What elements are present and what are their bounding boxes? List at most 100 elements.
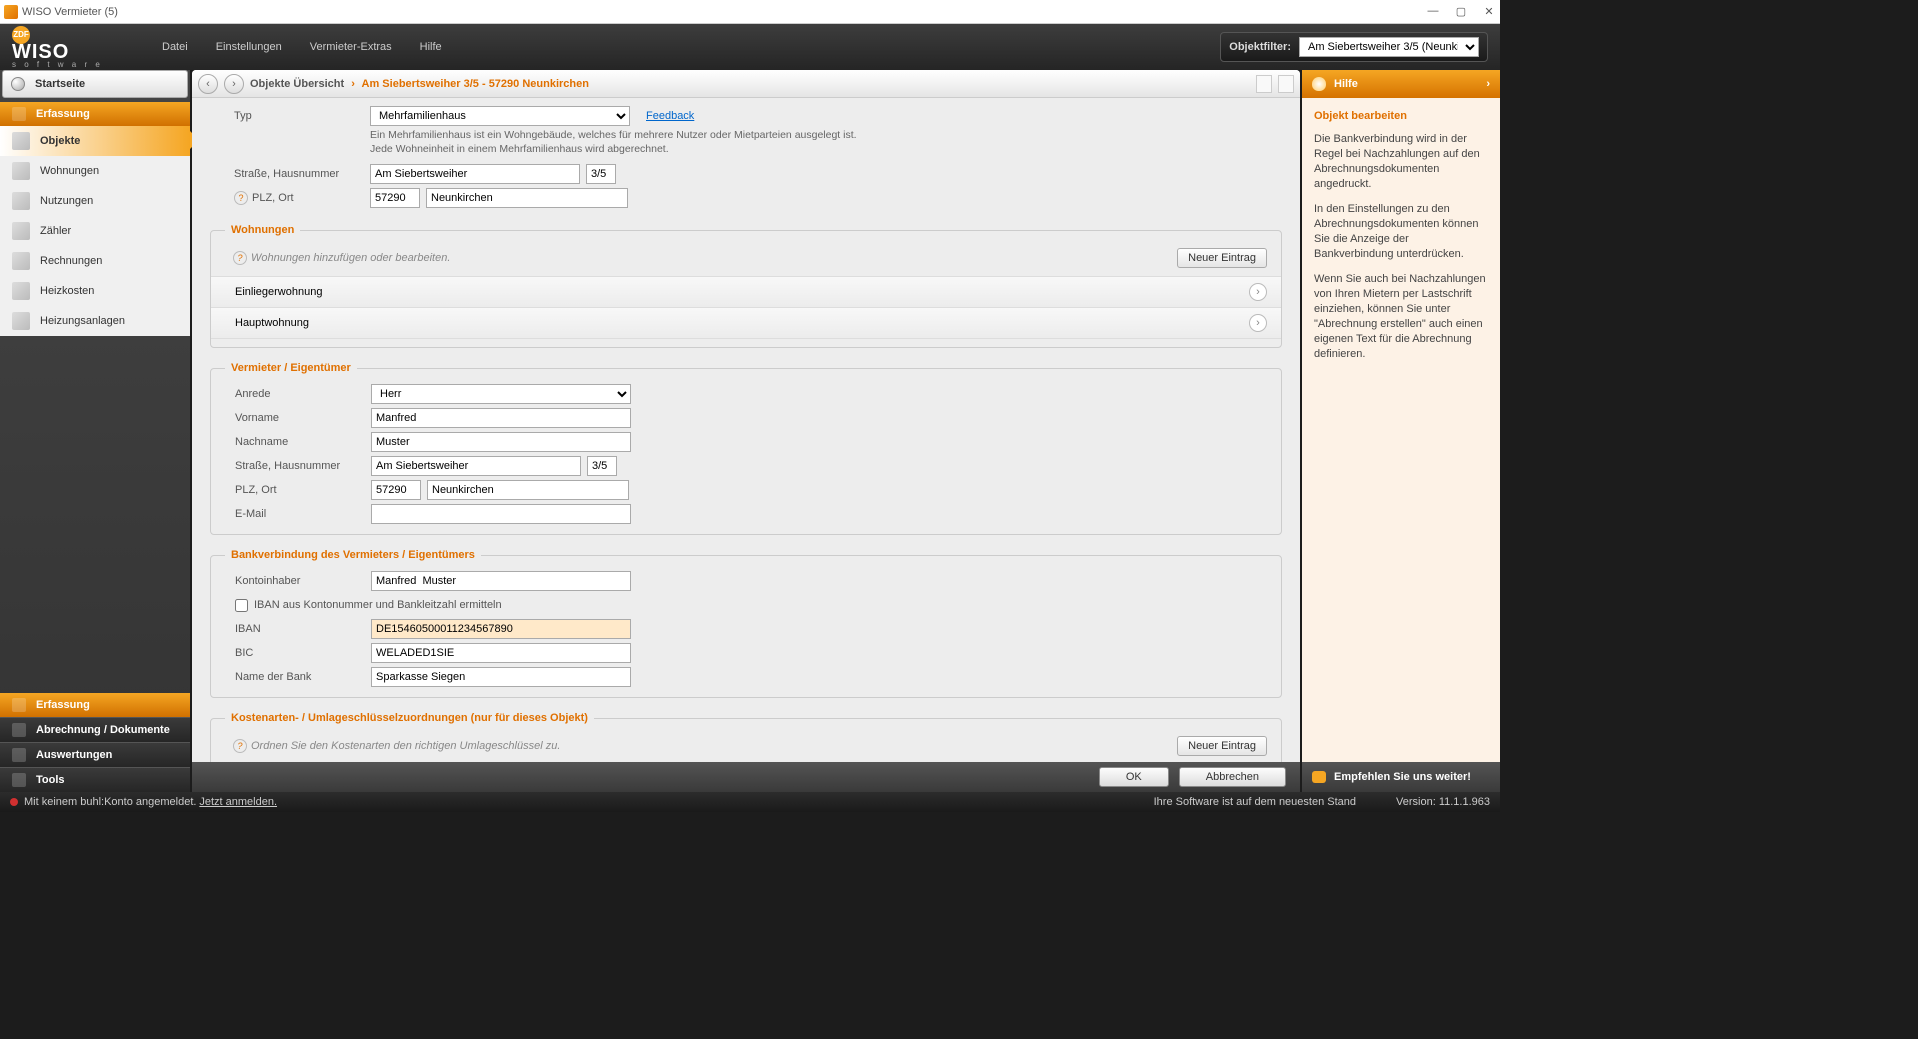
minimize-button[interactable]: — xyxy=(1426,5,1440,18)
delete-icon[interactable] xyxy=(1256,75,1272,93)
help-icon[interactable]: ? xyxy=(234,191,248,205)
form-area[interactable]: Typ Mehrfamilienhaus Feedback Ein Mehrfa… xyxy=(192,98,1300,768)
chart-icon xyxy=(12,748,26,762)
sidebar-bottom-tools[interactable]: Tools xyxy=(0,767,190,792)
help-panel: Hilfe › Objekt bearbeiten Die Bankverbin… xyxy=(1302,70,1500,768)
sidebar-group-erfassung[interactable]: Erfassung xyxy=(0,102,190,126)
heat-icon xyxy=(12,282,30,300)
menu-einstellungen[interactable]: Einstellungen xyxy=(202,35,296,59)
cancel-button[interactable]: Abbrechen xyxy=(1179,767,1286,787)
document-icon xyxy=(12,723,26,737)
nachname-input[interactable] xyxy=(371,432,631,452)
typ-select[interactable]: Mehrfamilienhaus xyxy=(370,106,630,126)
section-kostenarten: Kostenarten- / Umlageschlüsselzuordnunge… xyxy=(210,712,1282,768)
anrede-select[interactable]: Herr xyxy=(371,384,631,404)
sidebar-bottom-auswertungen[interactable]: Auswertungen xyxy=(0,742,190,767)
help-paragraph: Die Bankverbindung wird in der Regel bei… xyxy=(1314,132,1488,192)
login-link[interactable]: Jetzt anmelden. xyxy=(199,796,277,808)
help-heading: Objekt bearbeiten xyxy=(1314,110,1488,122)
people-icon xyxy=(12,192,30,210)
typ-description-2: Jede Wohneinheit in einem Mehrfamilienha… xyxy=(370,142,890,156)
iban-input[interactable] xyxy=(371,619,631,639)
vermieter-hausnummer-input[interactable] xyxy=(587,456,617,476)
kostenarten-new-button[interactable]: Neuer Eintrag xyxy=(1177,736,1267,756)
wohnung-row-haupt[interactable]: Hauptwohnung› xyxy=(211,307,1281,339)
hausnummer-input[interactable] xyxy=(586,164,616,184)
main-content: ‹ › Objekte Übersicht › Am Siebertsweihe… xyxy=(192,70,1300,768)
sidebar-bottom-erfassung[interactable]: Erfassung xyxy=(0,693,190,717)
sidebar-item-objekte[interactable]: Objekte xyxy=(0,126,190,156)
sidebar-bottom-abrechnung[interactable]: Abrechnung / Dokumente xyxy=(0,717,190,742)
menu-datei[interactable]: Datei xyxy=(148,35,202,59)
nav-forward-button[interactable]: › xyxy=(224,74,244,94)
folder-icon xyxy=(12,107,26,121)
lightbulb-icon xyxy=(1312,77,1326,91)
update-status: Ihre Software ist auf dem neuesten Stand xyxy=(1154,796,1356,808)
vermieter-plz-input[interactable] xyxy=(371,480,421,500)
help-header[interactable]: Hilfe › xyxy=(1302,70,1500,98)
window-title: WISO Vermieter (5) xyxy=(22,6,118,18)
status-dot-icon xyxy=(10,798,18,806)
close-button[interactable]: ✕ xyxy=(1482,5,1496,18)
objektfilter-select[interactable]: Am Siebertsweiher 3/5 (Neunkirchen) xyxy=(1299,37,1479,57)
breadcrumb-root[interactable]: Objekte Übersicht xyxy=(250,78,344,90)
objektfilter-label: Objektfilter: xyxy=(1229,41,1291,53)
wohnungen-new-button[interactable]: Neuer Eintrag xyxy=(1177,248,1267,268)
maximize-button[interactable]: ▢ xyxy=(1454,5,1468,18)
copy-icon[interactable] xyxy=(1278,75,1294,93)
breadcrumb-bar: ‹ › Objekte Übersicht › Am Siebertsweihe… xyxy=(192,70,1300,98)
vermieter-ort-input[interactable] xyxy=(427,480,629,500)
feedback-link[interactable]: Feedback xyxy=(646,110,694,122)
strasse-label: Straße, Hausnummer xyxy=(210,168,370,180)
version-label: Version: 11.1.1.963 xyxy=(1396,796,1490,808)
strasse-input[interactable] xyxy=(370,164,580,184)
sidebar-item-heizungsanlagen[interactable]: Heizungsanlagen xyxy=(0,306,190,336)
home-icon xyxy=(11,77,25,91)
help-icon[interactable]: ? xyxy=(233,739,247,753)
bic-input[interactable] xyxy=(371,643,631,663)
help-paragraph: In den Einstellungen zu den Abrechnungsd… xyxy=(1314,202,1488,262)
chevron-right-icon: › xyxy=(1249,283,1267,301)
sidebar-item-wohnungen[interactable]: Wohnungen xyxy=(0,156,190,186)
menu-vermieter-extras[interactable]: Vermieter-Extras xyxy=(296,35,406,59)
menu-hilfe[interactable]: Hilfe xyxy=(406,35,456,59)
sidebar-item-zaehler[interactable]: Zähler xyxy=(0,216,190,246)
sidebar-startseite[interactable]: Startseite xyxy=(2,70,188,98)
main-menu: Datei Einstellungen Vermieter-Extras Hil… xyxy=(148,35,456,59)
nav-back-button[interactable]: ‹ xyxy=(198,74,218,94)
invoice-icon xyxy=(12,252,30,270)
plz-input[interactable] xyxy=(370,188,420,208)
breadcrumb-current: Am Siebertsweiher 3/5 - 57290 Neunkirche… xyxy=(362,78,589,90)
plz-ort-label: PLZ, Ort xyxy=(252,192,294,204)
ort-input[interactable] xyxy=(426,188,628,208)
door-icon xyxy=(12,162,30,180)
vermieter-strasse-input[interactable] xyxy=(371,456,581,476)
sidebar-item-rechnungen[interactable]: Rechnungen xyxy=(0,246,190,276)
section-vermieter: Vermieter / Eigentümer AnredeHerr Vornam… xyxy=(210,362,1282,535)
sidebar: Startseite Erfassung Objekte Wohnungen N… xyxy=(0,70,190,792)
bankname-input[interactable] xyxy=(371,667,631,687)
help-icon[interactable]: ? xyxy=(233,251,247,265)
email-input[interactable] xyxy=(371,504,631,524)
recommend-bar[interactable]: Empfehlen Sie uns weiter! xyxy=(1302,762,1500,792)
ok-button[interactable]: OK xyxy=(1099,767,1169,787)
typ-label: Typ xyxy=(210,110,370,122)
kontoinhaber-input[interactable] xyxy=(371,571,631,591)
folder-icon xyxy=(12,698,26,712)
chevron-right-icon: › xyxy=(351,78,355,90)
boiler-icon xyxy=(12,312,30,330)
app-header: ZDF WISO s o f t w a r e Datei Einstellu… xyxy=(0,24,1500,70)
login-status: Mit keinem buhl:Konto angemeldet. xyxy=(24,796,196,808)
section-wohnungen: Wohnungen ?Wohnungen hinzufügen oder bea… xyxy=(210,224,1282,348)
sidebar-item-nutzungen[interactable]: Nutzungen xyxy=(0,186,190,216)
app-logo: ZDF WISO s o f t w a r e xyxy=(12,26,132,69)
wohnung-row-einlieger[interactable]: Einliegerwohnung› xyxy=(211,276,1281,307)
chevron-right-icon: › xyxy=(1249,314,1267,332)
dialog-footer: OK Abbrechen xyxy=(192,762,1300,792)
help-paragraph: Wenn Sie auch bei Nachzahlungen von Ihre… xyxy=(1314,272,1488,362)
vorname-input[interactable] xyxy=(371,408,631,428)
section-bankverbindung: Bankverbindung des Vermieters / Eigentüm… xyxy=(210,549,1282,698)
window-titlebar: WISO Vermieter (5) — ▢ ✕ xyxy=(0,0,1500,24)
iban-ermitteln-checkbox[interactable]: IBAN aus Kontonummer und Bankleitzahl er… xyxy=(211,599,502,612)
sidebar-item-heizkosten[interactable]: Heizkosten xyxy=(0,276,190,306)
